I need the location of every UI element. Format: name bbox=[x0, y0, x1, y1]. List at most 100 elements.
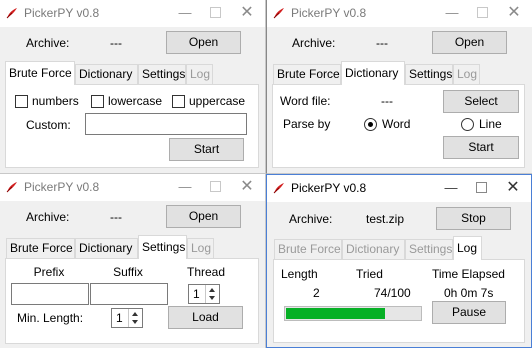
archive-value: --- bbox=[110, 36, 122, 50]
spin-arrows[interactable] bbox=[128, 309, 142, 327]
line-radio-label: Line bbox=[479, 117, 502, 131]
min-length-spinbox[interactable]: 1 bbox=[111, 308, 143, 328]
tab-dictionary[interactable]: Dictionary bbox=[75, 64, 138, 85]
minimize-icon[interactable]: — bbox=[441, 179, 461, 197]
select-button[interactable]: Select bbox=[443, 90, 519, 113]
window-title: PickerPY v0.8 bbox=[24, 6, 100, 20]
tab-settings[interactable]: Settings bbox=[138, 64, 186, 85]
close-icon[interactable]: ✕ bbox=[237, 178, 257, 196]
window-title: PickerPY v0.8 bbox=[291, 6, 367, 20]
tried-label: Tried bbox=[356, 267, 383, 281]
parse-by-label: Parse by bbox=[283, 117, 331, 131]
open-button[interactable]: Open bbox=[166, 205, 241, 228]
min-length-label: Min. Length: bbox=[17, 311, 84, 325]
numbers-label: numbers bbox=[32, 94, 79, 108]
archive-label: Archive: bbox=[289, 212, 333, 226]
load-button[interactable]: Load bbox=[168, 306, 243, 329]
lowercase-label: lowercase bbox=[108, 94, 163, 108]
title-bar: PickerPY v0.8 — ✕ bbox=[0, 0, 265, 27]
tab-settings[interactable]: Settings bbox=[138, 235, 187, 259]
title-bar: PickerPY v0.8 — ✕ bbox=[267, 0, 532, 27]
uppercase-checkbox[interactable] bbox=[172, 95, 185, 108]
thread-value: 1 bbox=[193, 287, 200, 301]
minimize-icon[interactable]: — bbox=[175, 178, 195, 196]
suffix-label: Suffix bbox=[113, 265, 143, 279]
tk-feather-icon bbox=[6, 182, 17, 193]
title-bar: PickerPY v0.8 — ✕ bbox=[0, 174, 265, 201]
dictionary-panel: Word file: --- Select Parse by Word Line… bbox=[272, 84, 525, 168]
tab-brute-force[interactable]: Brute Force bbox=[274, 239, 342, 260]
custom-input[interactable] bbox=[85, 113, 247, 135]
line-radio[interactable] bbox=[461, 118, 474, 131]
spin-arrows[interactable] bbox=[205, 285, 219, 303]
archive-label: Archive: bbox=[26, 36, 70, 50]
window-dictionary: PickerPY v0.8 — ✕ Archive: --- Open Brut… bbox=[266, 0, 532, 174]
maximize-icon[interactable] bbox=[205, 4, 225, 22]
tab-log[interactable]: Log bbox=[187, 238, 214, 259]
tab-settings[interactable]: Settings bbox=[405, 64, 453, 85]
start-button[interactable]: Start bbox=[169, 138, 244, 161]
maximize-icon[interactable] bbox=[472, 4, 492, 22]
tk-feather-icon bbox=[6, 8, 17, 19]
thread-label: Thread bbox=[186, 265, 226, 279]
close-icon[interactable]: ✕ bbox=[504, 4, 524, 22]
time-elapsed-label: Time Elapsed bbox=[432, 267, 505, 281]
tab-dictionary[interactable]: Dictionary bbox=[341, 61, 405, 85]
numbers-checkbox[interactable] bbox=[15, 95, 28, 108]
close-icon[interactable]: ✕ bbox=[237, 4, 257, 22]
length-value: 2 bbox=[313, 286, 320, 300]
archive-value: --- bbox=[376, 36, 388, 50]
word-radio-label: Word bbox=[382, 117, 411, 131]
word-file-label: Word file: bbox=[280, 94, 331, 108]
word-file-value: --- bbox=[381, 94, 393, 108]
uppercase-label: uppercase bbox=[189, 94, 246, 108]
maximize-icon[interactable] bbox=[205, 178, 225, 196]
settings-panel: Prefix Suffix Thread 1 Min. Length: 1 Lo… bbox=[5, 258, 259, 344]
stop-button[interactable]: Stop bbox=[436, 207, 511, 230]
window-title: PickerPY v0.8 bbox=[24, 180, 100, 194]
tab-dictionary[interactable]: Dictionary bbox=[342, 239, 405, 260]
time-elapsed-value: 0h 0m 7s bbox=[444, 286, 494, 300]
tab-settings[interactable]: Settings bbox=[405, 239, 453, 260]
open-button[interactable]: Open bbox=[166, 31, 241, 54]
window-settings: PickerPY v0.8 — ✕ Archive: --- Open Brut… bbox=[0, 174, 266, 348]
minimize-icon[interactable]: — bbox=[442, 4, 462, 22]
brute-force-panel: numbers lowercase uppercase Custom: Star… bbox=[5, 84, 259, 168]
tab-brute-force[interactable]: Brute Force bbox=[5, 61, 75, 85]
title-bar: PickerPY v0.8 — ✕ bbox=[267, 175, 531, 202]
tab-brute-force[interactable]: Brute Force bbox=[273, 64, 341, 85]
start-button[interactable]: Start bbox=[443, 136, 519, 159]
prefix-input[interactable] bbox=[11, 283, 89, 305]
archive-label: Archive: bbox=[292, 36, 336, 50]
length-label: Length bbox=[281, 267, 318, 281]
window-brute-force: PickerPY v0.8 — ✕ Archive: --- Open Brut… bbox=[0, 0, 266, 174]
pause-button[interactable]: Pause bbox=[432, 301, 506, 324]
tab-log[interactable]: Log bbox=[186, 64, 213, 85]
min-length-value: 1 bbox=[116, 311, 123, 325]
custom-label: Custom: bbox=[26, 118, 71, 132]
prefix-label: Prefix bbox=[33, 265, 65, 279]
tk-feather-icon bbox=[273, 8, 284, 19]
log-panel: Length Tried Time Elapsed 2 74/100 0h 0m… bbox=[273, 259, 525, 343]
minimize-icon[interactable]: — bbox=[175, 4, 195, 22]
close-icon[interactable]: ✕ bbox=[503, 179, 523, 197]
tab-log[interactable]: Log bbox=[453, 64, 480, 85]
thread-spinbox[interactable]: 1 bbox=[188, 284, 220, 304]
suffix-input[interactable] bbox=[90, 283, 168, 305]
window-log: PickerPY v0.8 — ✕ Archive: test.zip Stop… bbox=[266, 174, 532, 348]
tab-log[interactable]: Log bbox=[453, 236, 482, 260]
progress-fill bbox=[286, 308, 385, 319]
lowercase-checkbox[interactable] bbox=[91, 95, 104, 108]
tried-value: 74/100 bbox=[374, 286, 411, 300]
maximize-icon[interactable] bbox=[471, 179, 491, 197]
archive-value: test.zip bbox=[366, 212, 405, 226]
tab-brute-force[interactable]: Brute Force bbox=[6, 238, 75, 259]
archive-label: Archive: bbox=[26, 210, 70, 224]
word-radio[interactable] bbox=[364, 118, 377, 131]
open-button[interactable]: Open bbox=[432, 31, 507, 54]
archive-value: --- bbox=[110, 210, 122, 224]
window-title: PickerPY v0.8 bbox=[291, 181, 367, 195]
tk-feather-icon bbox=[273, 183, 284, 194]
tab-dictionary[interactable]: Dictionary bbox=[75, 238, 138, 259]
progress-bar bbox=[284, 306, 422, 321]
